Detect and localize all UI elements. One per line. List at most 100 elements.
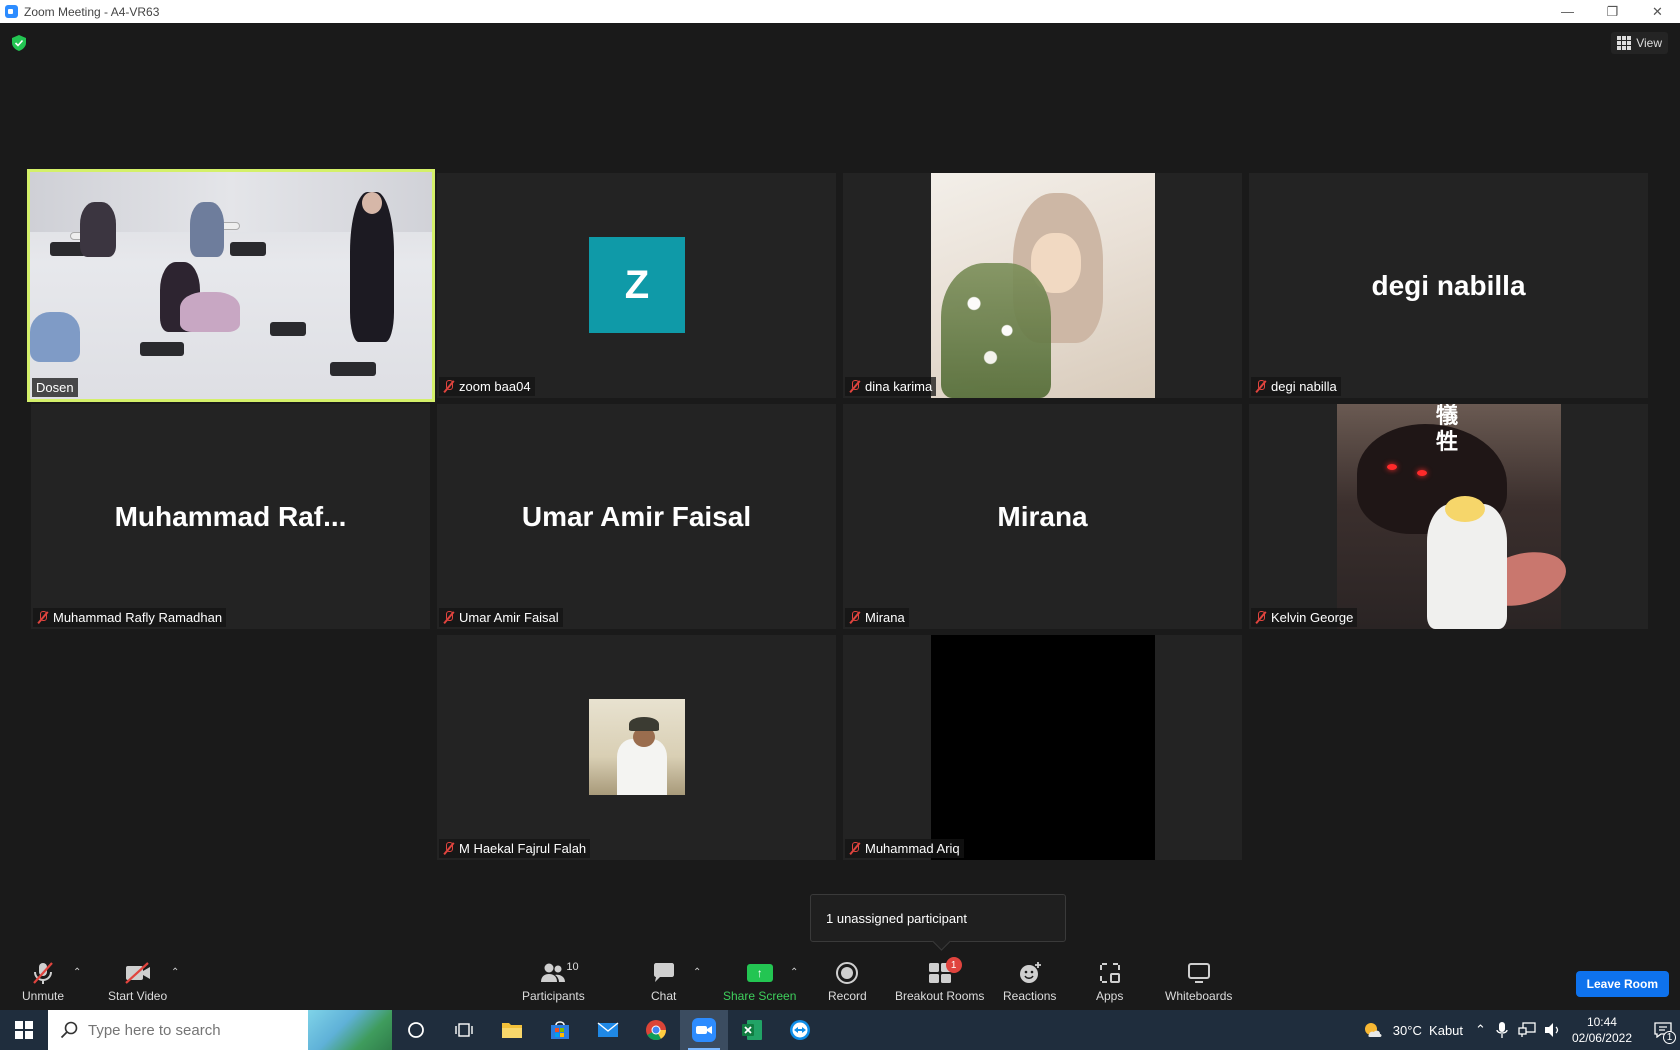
- participant-name: Mirana: [865, 610, 905, 625]
- start-video-label: Start Video: [108, 989, 168, 1003]
- chat-label: Chat: [651, 989, 677, 1003]
- apps-icon: [1099, 963, 1120, 983]
- participant-display-name: Muhammad Raf...: [114, 500, 347, 532]
- participants-button[interactable]: 10 Participants: [522, 961, 585, 1003]
- whiteboards-label: Whiteboards: [1165, 989, 1233, 1003]
- whiteboard-icon: [1187, 963, 1210, 983]
- speaker-volume-icon[interactable]: [1544, 1022, 1562, 1038]
- participant-name: zoom baa04: [459, 379, 531, 394]
- participant-name: M Haekal Fajrul Falah: [459, 841, 587, 856]
- mic-muted-icon: [1255, 611, 1267, 624]
- tile-name-tag: M Haekal Fajrul Falah: [439, 839, 591, 858]
- participant-display-name: Umar Amir Faisal: [521, 500, 752, 532]
- mic-muted-icon: [849, 380, 861, 393]
- teamviewer-icon: [790, 1020, 810, 1040]
- zoom-taskbar-button[interactable]: [680, 1010, 728, 1050]
- video-tile-m-haekal[interactable]: M Haekal Fajrul Falah: [437, 635, 836, 860]
- task-view-button[interactable]: [440, 1010, 488, 1050]
- photo-text: 犠 牲: [1435, 404, 1458, 455]
- unmute-button[interactable]: Unmute: [22, 961, 64, 1003]
- weather-text[interactable]: 30°C Kabut: [1393, 1023, 1463, 1038]
- chat-bubble-icon: [653, 963, 674, 982]
- start-button[interactable]: [0, 1010, 48, 1050]
- apps-label: Apps: [1096, 989, 1124, 1003]
- video-tile-kelvin-george[interactable]: 犠 牲 Kelvin George: [1249, 404, 1648, 629]
- profile-photo: 犠 牲: [1337, 404, 1572, 629]
- security-shield-icon[interactable]: [12, 35, 26, 51]
- weather-sun-cloud-icon[interactable]: [1363, 1021, 1383, 1039]
- tile-name-tag: Kelvin George: [1251, 608, 1358, 627]
- zoom-logo-icon: [5, 5, 18, 18]
- video-options-chevron-icon[interactable]: ⌃: [171, 967, 179, 978]
- video-tile-zoom-baa04[interactable]: Z zoom baa04: [437, 173, 836, 398]
- chat-options-chevron-icon[interactable]: ⌃: [693, 967, 701, 978]
- video-tile-muhammad-ariq[interactable]: Muhammad Ariq: [843, 635, 1242, 860]
- start-video-button[interactable]: Start Video: [108, 961, 167, 1003]
- tile-name-tag: dina karima: [845, 377, 937, 396]
- video-tile-dina-karima[interactable]: dina karima: [843, 173, 1242, 398]
- excel-button[interactable]: [728, 1010, 776, 1050]
- tooltip-text: 1 unassigned participant: [826, 910, 967, 926]
- meeting-toolbar: Unmute ⌃ Start Video ⌃ 10 Participants C…: [0, 955, 1680, 1010]
- restore-icon[interactable]: ❐: [1590, 0, 1635, 23]
- folder-icon: [502, 1023, 522, 1038]
- taskbar-search[interactable]: [48, 1010, 392, 1050]
- breakout-badge: 1: [945, 957, 962, 973]
- video-tile-muhammad-rafly[interactable]: Muhammad Raf... Muhammad Rafly Ramadhan: [31, 404, 430, 629]
- record-label: Record: [828, 989, 867, 1003]
- network-icon[interactable]: [1518, 1022, 1536, 1038]
- mic-muted-icon: [443, 842, 455, 855]
- microsoft-store-button[interactable]: [536, 1010, 584, 1050]
- hidden-icons-chevron-icon[interactable]: ⌃: [1475, 1022, 1486, 1038]
- video-tile-mirana[interactable]: Mirana Mirana: [843, 404, 1242, 629]
- chrome-browser-icon: [646, 1020, 667, 1041]
- participants-count: 10: [566, 961, 579, 973]
- reactions-label: Reactions: [1003, 989, 1057, 1003]
- dosen-video-feed: [30, 172, 432, 399]
- view-button[interactable]: View: [1611, 32, 1668, 54]
- audio-options-chevron-icon[interactable]: ⌃: [73, 967, 81, 978]
- tile-name-tag: Muhammad Ariq: [845, 839, 964, 858]
- mic-muted-icon: [849, 611, 861, 624]
- search-icon: [60, 1021, 78, 1039]
- video-tile-degi-nabilla[interactable]: degi nabilla degi nabilla: [1249, 173, 1648, 398]
- participant-name: Muhammad Ariq: [865, 841, 960, 856]
- system-tray: 30°C Kabut ⌃ 10:44 02/06/2022 1: [1363, 1010, 1680, 1050]
- video-tile-dosen[interactable]: Dosen: [27, 169, 435, 402]
- tile-name-tag: Umar Amir Faisal: [439, 608, 563, 627]
- participants-icon: [541, 963, 566, 982]
- mic-muted-icon: [1255, 380, 1267, 393]
- notification-count-badge: 1: [1663, 1031, 1676, 1044]
- teamviewer-button[interactable]: [776, 1010, 824, 1050]
- microphone-tray-icon[interactable]: [1496, 1022, 1508, 1038]
- video-tile-umar-amir-faisal[interactable]: Umar Amir Faisal Umar Amir Faisal: [437, 404, 836, 629]
- minimize-icon[interactable]: —: [1545, 0, 1590, 23]
- mail-button[interactable]: [584, 1010, 632, 1050]
- share-screen-button[interactable]: ↑ Share Screen: [723, 961, 796, 1003]
- cortana-circle-icon: [408, 1022, 424, 1038]
- unassigned-participant-tooltip[interactable]: 1 unassigned participant: [810, 894, 1066, 942]
- action-center-button[interactable]: 1: [1646, 1010, 1680, 1050]
- close-icon[interactable]: ✕: [1635, 0, 1680, 23]
- file-explorer-button[interactable]: [488, 1010, 536, 1050]
- leave-room-button[interactable]: Leave Room: [1575, 971, 1669, 997]
- participant-name: dina karima: [865, 379, 933, 394]
- breakout-rooms-label: Breakout Rooms: [895, 989, 985, 1003]
- record-button[interactable]: Record: [828, 961, 867, 1003]
- apps-button[interactable]: Apps: [1096, 961, 1123, 1003]
- cortana-button[interactable]: [392, 1010, 440, 1050]
- taskbar-clock[interactable]: 10:44 02/06/2022: [1572, 1014, 1632, 1046]
- reactions-button[interactable]: Reactions: [1003, 961, 1056, 1003]
- chrome-button[interactable]: [632, 1010, 680, 1050]
- microphone-muted-icon: [33, 962, 53, 984]
- tile-name-tag: Muhammad Rafly Ramadhan: [33, 608, 227, 627]
- tile-name-tag: Mirana: [845, 608, 909, 627]
- chat-button[interactable]: Chat: [651, 961, 676, 1003]
- share-options-chevron-icon[interactable]: ⌃: [790, 967, 798, 978]
- whiteboards-button[interactable]: Whiteboards: [1165, 961, 1232, 1003]
- record-icon: [836, 962, 859, 984]
- search-input[interactable]: [88, 1021, 308, 1039]
- excel-icon: [742, 1020, 762, 1040]
- tile-name-tag: Dosen: [32, 378, 78, 397]
- breakout-rooms-button[interactable]: 1 Breakout Rooms: [895, 957, 985, 1003]
